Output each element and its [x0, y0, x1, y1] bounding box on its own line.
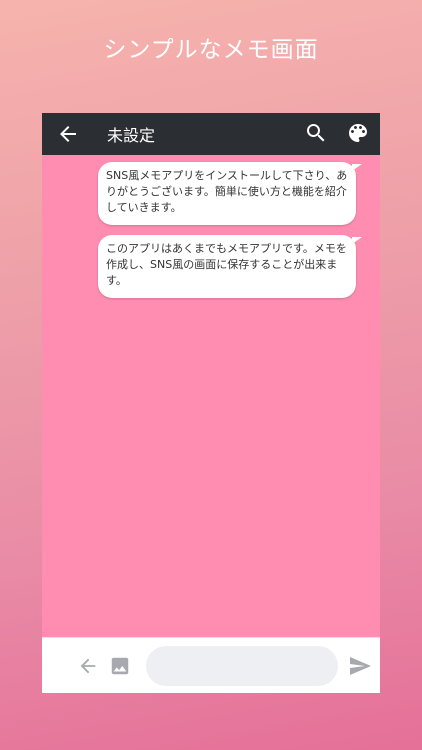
- app-screen: 未設定 SNS風メモアプリをインストールして下さり、ありがとうございます。簡単に…: [42, 113, 380, 693]
- memo-input[interactable]: [146, 646, 338, 686]
- input-bar: [42, 637, 380, 693]
- image-icon[interactable]: [109, 655, 131, 677]
- memo-title: 未設定: [107, 126, 156, 145]
- memo-bubble[interactable]: このアプリはあくまでもメモアプリです。メモを作成し、SNS風の画面に保存すること…: [98, 235, 362, 298]
- back-arrow-icon[interactable]: [77, 655, 99, 677]
- back-arrow-icon[interactable]: [56, 122, 80, 146]
- palette-icon[interactable]: [346, 121, 370, 145]
- memo-bubble[interactable]: SNS風メモアプリをインストールして下さり、ありがとうございます。簡単に使い方と…: [98, 162, 362, 225]
- search-icon[interactable]: [304, 121, 328, 145]
- send-icon[interactable]: [348, 654, 372, 678]
- app-bar: 未設定: [42, 113, 380, 155]
- promo-headline: シンプルなメモ画面: [103, 37, 319, 63]
